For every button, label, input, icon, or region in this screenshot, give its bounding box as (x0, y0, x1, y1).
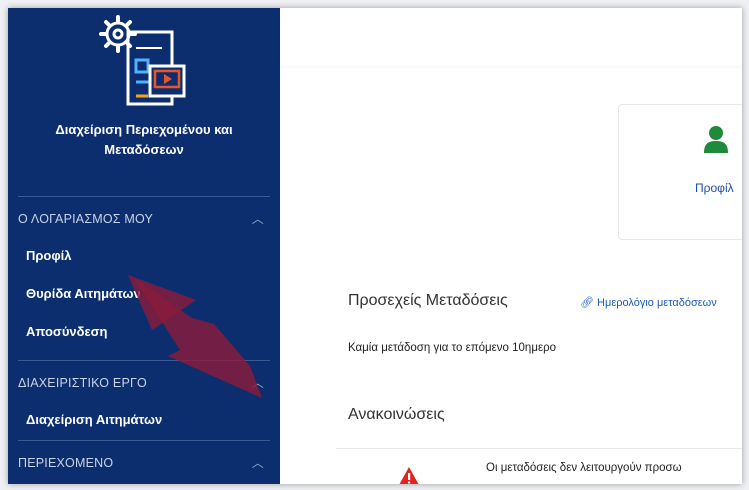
profile-card[interactable]: Προφίλ (618, 104, 742, 240)
upcoming-transmissions-title: Προσεχείς Μεταδόσεις (348, 292, 508, 309)
calendar-link[interactable]: 🔗︎ Ημερολόγιο μεταδόσεων (580, 296, 717, 309)
calendar-link-label: Ημερολόγιο μεταδόσεων (597, 297, 717, 309)
sidebar-section-content[interactable]: ΠΕΡΙΕΧΟΜΕΝΟ ︿ (18, 454, 270, 474)
sidebar-section-my-account[interactable]: Ο ΛΟΓΑΡΙΑΣΜΟΣ ΜΟΥ ︿ (18, 210, 270, 230)
app-title-line2: Μεταδόσεων (104, 142, 184, 157)
user-icon (704, 126, 728, 153)
announcements-divider (336, 448, 742, 449)
sidebar-item-profile[interactable]: Προφίλ (26, 248, 72, 263)
section-label: Ο ΛΟΓΑΡΙΑΣΜΟΣ ΜΟΥ (18, 212, 154, 226)
sidebar-item-logout[interactable]: Αποσύνδεση (26, 324, 108, 339)
chevron-up-icon[interactable]: ︿ (252, 374, 264, 391)
sidebar-item-request-management[interactable]: Διαχείριση Αιτημάτων (26, 412, 162, 427)
link-icon: 🔗︎ (580, 297, 594, 309)
sidebar-item-request-box[interactable]: Θυρίδα Αιτημάτων (26, 286, 141, 301)
app-window: Διαχείριση Περιεχομένου και Μεταδόσεων Ο… (8, 8, 742, 484)
sidebar: Διαχείριση Περιεχομένου και Μεταδόσεων Ο… (8, 8, 280, 484)
chevron-up-icon[interactable]: ︿ (252, 210, 264, 227)
announcements-title: Ανακοινώσεις (348, 406, 445, 423)
top-bar (280, 8, 742, 66)
chevron-up-icon[interactable]: ︿ (252, 454, 264, 471)
warning-icon (399, 467, 419, 484)
app-title: Διαχείριση Περιεχομένου και Μεταδόσεων (8, 120, 280, 160)
app-logo (92, 14, 192, 114)
app-title-line1: Διαχείριση Περιεχομένου και (55, 122, 233, 137)
no-transmission-text: Καμία μετάδοση για το επόμενο 10ημερο (348, 342, 557, 354)
sidebar-section-admin[interactable]: ΔΙΑΧΕΙΡΙΣΤΙΚΟ ΕΡΓΟ ︿ (18, 374, 270, 394)
announcement-text: Οι μεταδόσεις δεν λειτουργούν προσω (486, 462, 682, 474)
main-content: Προφίλ Προσεχείς Μεταδόσεις 🔗︎ Ημερολόγι… (280, 8, 742, 484)
sidebar-divider (18, 196, 270, 197)
section-label: ΠΕΡΙΕΧΟΜΕΝΟ (18, 456, 114, 470)
sidebar-divider (18, 360, 270, 361)
profile-card-label: Προφίλ (695, 181, 734, 195)
sidebar-divider (18, 440, 270, 441)
section-label: ΔΙΑΧΕΙΡΙΣΤΙΚΟ ΕΡΓΟ (18, 376, 147, 390)
